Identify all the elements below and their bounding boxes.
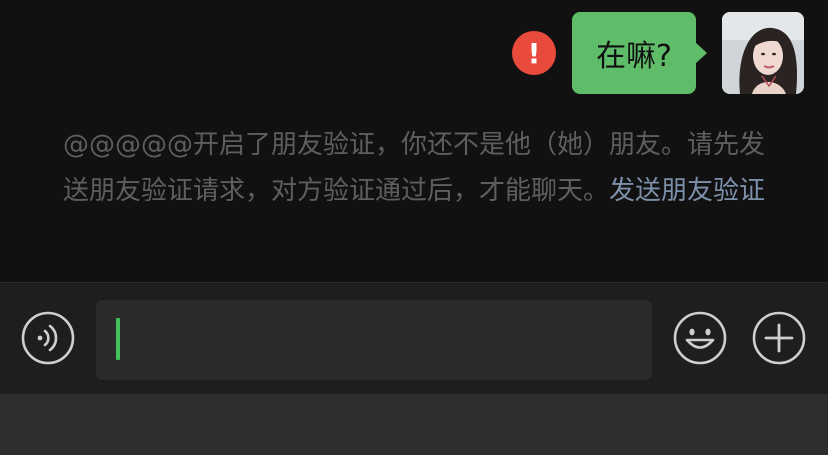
message-input[interactable] xyxy=(96,300,652,380)
more-button[interactable] xyxy=(752,311,806,369)
voice-button[interactable] xyxy=(21,311,75,369)
voice-icon xyxy=(21,311,75,365)
emoji-icon xyxy=(673,311,727,365)
send-verification-link[interactable]: 发送朋友验证 xyxy=(609,176,765,206)
avatar[interactable] xyxy=(722,12,804,94)
input-bar xyxy=(0,282,828,395)
bottom-panel xyxy=(0,394,828,455)
message-text: 在嘛? xyxy=(596,39,672,74)
text-caret xyxy=(116,318,120,360)
outgoing-message-row: ! 在嘛? xyxy=(512,12,804,94)
send-failed-icon[interactable]: ! xyxy=(512,31,557,75)
message-bubble[interactable]: 在嘛? xyxy=(572,12,707,94)
emoji-button[interactable] xyxy=(673,311,727,369)
avatar-image xyxy=(722,12,804,94)
friend-verification-notice: @@@@@开启了朋友验证，你还不是他（她）朋友。请先发送朋友验证请求，对方验证通… xyxy=(55,122,773,214)
plus-icon xyxy=(752,311,806,365)
chat-area: ! 在嘛? @@@@@开启了朋友验证，你还不是他（她）朋友。请先发送朋友验证请求… xyxy=(0,0,828,282)
